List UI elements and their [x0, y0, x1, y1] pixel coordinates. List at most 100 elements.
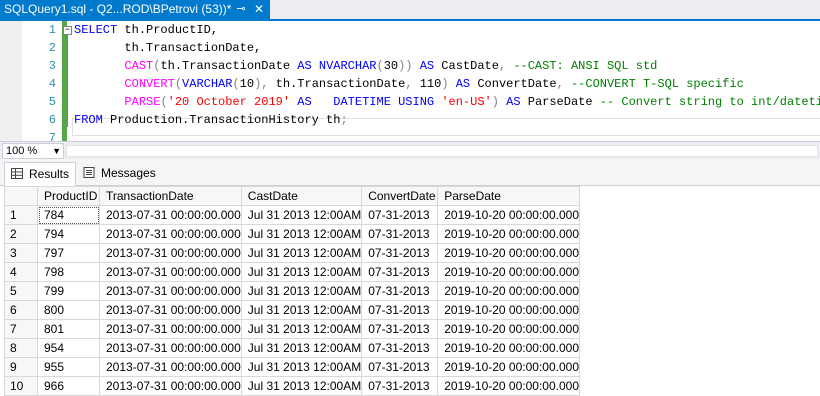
cell-productid[interactable]: 954	[37, 338, 100, 358]
code-line[interactable]: 4 CONVERT(VARCHAR(10), th.TransactionDat…	[0, 75, 820, 93]
code-token: SELECT	[74, 23, 118, 37]
row-number[interactable]: 5	[4, 281, 38, 301]
close-icon[interactable]: ✕	[252, 0, 266, 19]
cell-transactiondate[interactable]: 2013-07-31 00:00:00.000	[99, 205, 242, 225]
cell-parsedate[interactable]: 2019-10-20 00:00:00.000	[437, 319, 581, 339]
cell-productid[interactable]: 797	[37, 243, 100, 263]
row-number[interactable]: 7	[4, 319, 38, 339]
cell-convertdate[interactable]: 07-31-2013	[361, 262, 439, 282]
code-line[interactable]: 6 FROM Production.TransactionHistory th;	[0, 111, 820, 129]
table-row[interactable]: 5 799 2013-07-31 00:00:00.000 Jul 31 2013 1…	[4, 281, 581, 301]
cell-castdate[interactable]: Jul 31 2013 12:00AM	[240, 357, 363, 377]
code-line[interactable]: 2 th.TransactionDate,	[0, 39, 820, 57]
column-header-parsedate[interactable]: ParseDate	[437, 186, 581, 206]
cell-castdate[interactable]: Jul 31 2013 12:00AM	[240, 262, 363, 282]
cell-productid[interactable]: 794	[37, 224, 100, 244]
pin-icon[interactable]: ⊸	[234, 0, 248, 19]
cell-transactiondate[interactable]: 2013-07-31 00:00:00.000	[99, 243, 242, 263]
table-row[interactable]: 10 966 2013-07-31 00:00:00.000 Jul 31 2013 …	[4, 376, 581, 396]
header-row: ProductID TransactionDate CastDate Conve…	[4, 186, 581, 206]
column-header-productid[interactable]: ProductID	[37, 186, 100, 206]
cell-castdate[interactable]: Jul 31 2013 12:00AM	[240, 300, 363, 320]
cell-convertdate[interactable]: 07-31-2013	[361, 338, 439, 358]
code-token: 10	[239, 77, 255, 91]
collapse-icon[interactable]: −	[63, 26, 72, 35]
cell-transactiondate[interactable]: 2013-07-31 00:00:00.000	[99, 357, 242, 377]
cell-convertdate[interactable]: 07-31-2013	[361, 376, 439, 396]
cell-convertdate[interactable]: 07-31-2013	[361, 300, 439, 320]
cell-convertdate[interactable]: 07-31-2013	[361, 205, 439, 225]
cell-castdate[interactable]: Jul 31 2013 12:00AM	[240, 205, 363, 225]
cell-productid[interactable]: 955	[37, 357, 100, 377]
code-line[interactable]: 5 PARSE('20 October 2019' AS DATETIME US…	[0, 93, 820, 111]
code-line[interactable]: 3 CAST(th.TransactionDate AS NVARCHAR(30…	[0, 57, 820, 75]
tab-messages[interactable]: Messages	[77, 162, 156, 184]
table-row[interactable]: 8 954 2013-07-31 00:00:00.000 Jul 31 2013 1…	[4, 338, 581, 358]
code-text: PARSE('20 October 2019' AS DATETIME USIN…	[74, 93, 820, 111]
cell-transactiondate[interactable]: 2013-07-31 00:00:00.000	[99, 300, 242, 320]
cell-productid[interactable]: 784	[37, 205, 100, 225]
cell-transactiondate[interactable]: 2013-07-31 00:00:00.000	[99, 224, 242, 244]
table-row[interactable]: 3 797 2013-07-31 00:00:00.000 Jul 31 2013 1…	[4, 243, 581, 263]
cell-convertdate[interactable]: 07-31-2013	[361, 319, 439, 339]
cell-castdate[interactable]: Jul 31 2013 12:00AM	[240, 224, 363, 244]
cell-transactiondate[interactable]: 2013-07-31 00:00:00.000	[99, 338, 242, 358]
cell-convertdate[interactable]: 07-31-2013	[361, 281, 439, 301]
cell-productid[interactable]: 801	[37, 319, 100, 339]
cell-productid[interactable]: 798	[37, 262, 100, 282]
cell-parsedate[interactable]: 2019-10-20 00:00:00.000	[437, 338, 581, 358]
code-token: VARCHAR	[182, 77, 233, 91]
cell-castdate[interactable]: Jul 31 2013 12:00AM	[240, 281, 363, 301]
cell-productid[interactable]: 799	[37, 281, 100, 301]
cell-parsedate[interactable]: 2019-10-20 00:00:00.000	[437, 262, 581, 282]
code-line[interactable]: 1− SELECT th.ProductID,	[0, 21, 820, 39]
code-token: th.TransactionDate,	[74, 41, 262, 55]
column-header-transactiondate[interactable]: TransactionDate	[99, 186, 242, 206]
cell-parsedate[interactable]: 2019-10-20 00:00:00.000	[437, 243, 581, 263]
table-row[interactable]: 9 955 2013-07-31 00:00:00.000 Jul 31 2013 1…	[4, 357, 581, 377]
table-row[interactable]: 1 784 2013-07-31 00:00:00.000 Jul 31 2013 1…	[4, 205, 581, 225]
cell-productid[interactable]: 800	[37, 300, 100, 320]
document-tab[interactable]: SQLQuery1.sql - Q2...ROD\BPetrovi (53))*…	[0, 0, 270, 19]
cell-convertdate[interactable]: 07-31-2013	[361, 243, 439, 263]
table-row[interactable]: 2 794 2013-07-31 00:00:00.000 Jul 31 2013 1…	[4, 224, 581, 244]
horizontal-scrollbar[interactable]	[66, 145, 818, 157]
cell-convertdate[interactable]: 07-31-2013	[361, 224, 439, 244]
cell-parsedate[interactable]: 2019-10-20 00:00:00.000	[437, 281, 581, 301]
code-token: CAST	[124, 59, 154, 73]
cell-transactiondate[interactable]: 2013-07-31 00:00:00.000	[99, 281, 242, 301]
cell-parsedate[interactable]: 2019-10-20 00:00:00.000	[437, 300, 581, 320]
cell-transactiondate[interactable]: 2013-07-31 00:00:00.000	[99, 262, 242, 282]
row-number[interactable]: 10	[4, 376, 38, 396]
results-grid[interactable]: ProductID TransactionDate CastDate Conve…	[0, 186, 820, 396]
cell-parsedate[interactable]: 2019-10-20 00:00:00.000	[437, 205, 581, 225]
row-number[interactable]: 6	[4, 300, 38, 320]
row-number[interactable]: 1	[4, 205, 38, 225]
row-number-header[interactable]	[4, 186, 38, 206]
cell-castdate[interactable]: Jul 31 2013 12:00AM	[240, 376, 363, 396]
cell-castdate[interactable]: Jul 31 2013 12:00AM	[240, 319, 363, 339]
cell-castdate[interactable]: Jul 31 2013 12:00AM	[240, 338, 363, 358]
row-number[interactable]: 4	[4, 262, 38, 282]
row-number[interactable]: 3	[4, 243, 38, 263]
table-row[interactable]: 6 800 2013-07-31 00:00:00.000 Jul 31 2013 1…	[4, 300, 581, 320]
cell-productid[interactable]: 966	[37, 376, 100, 396]
cell-convertdate[interactable]: 07-31-2013	[361, 357, 439, 377]
cell-transactiondate[interactable]: 2013-07-31 00:00:00.000	[99, 319, 242, 339]
row-number[interactable]: 2	[4, 224, 38, 244]
cell-transactiondate[interactable]: 2013-07-31 00:00:00.000	[99, 376, 242, 396]
table-row[interactable]: 4 798 2013-07-31 00:00:00.000 Jul 31 2013 1…	[4, 262, 581, 282]
column-header-castdate[interactable]: CastDate	[240, 186, 363, 206]
row-number[interactable]: 9	[4, 357, 38, 377]
query-editor[interactable]: 1− SELECT th.ProductID, 2 th.TransactionDa…	[0, 21, 820, 147]
tab-results[interactable]: Results	[4, 162, 76, 186]
cell-parsedate[interactable]: 2019-10-20 00:00:00.000	[437, 376, 581, 396]
column-header-convertdate[interactable]: ConvertDate	[361, 186, 439, 206]
code-token: ))	[398, 59, 413, 73]
zoom-select[interactable]: 100 % ▼	[2, 143, 64, 159]
cell-parsedate[interactable]: 2019-10-20 00:00:00.000	[437, 357, 581, 377]
table-row[interactable]: 7 801 2013-07-31 00:00:00.000 Jul 31 2013 1…	[4, 319, 581, 339]
cell-castdate[interactable]: Jul 31 2013 12:00AM	[240, 243, 363, 263]
row-number[interactable]: 8	[4, 338, 38, 358]
cell-parsedate[interactable]: 2019-10-20 00:00:00.000	[437, 224, 581, 244]
